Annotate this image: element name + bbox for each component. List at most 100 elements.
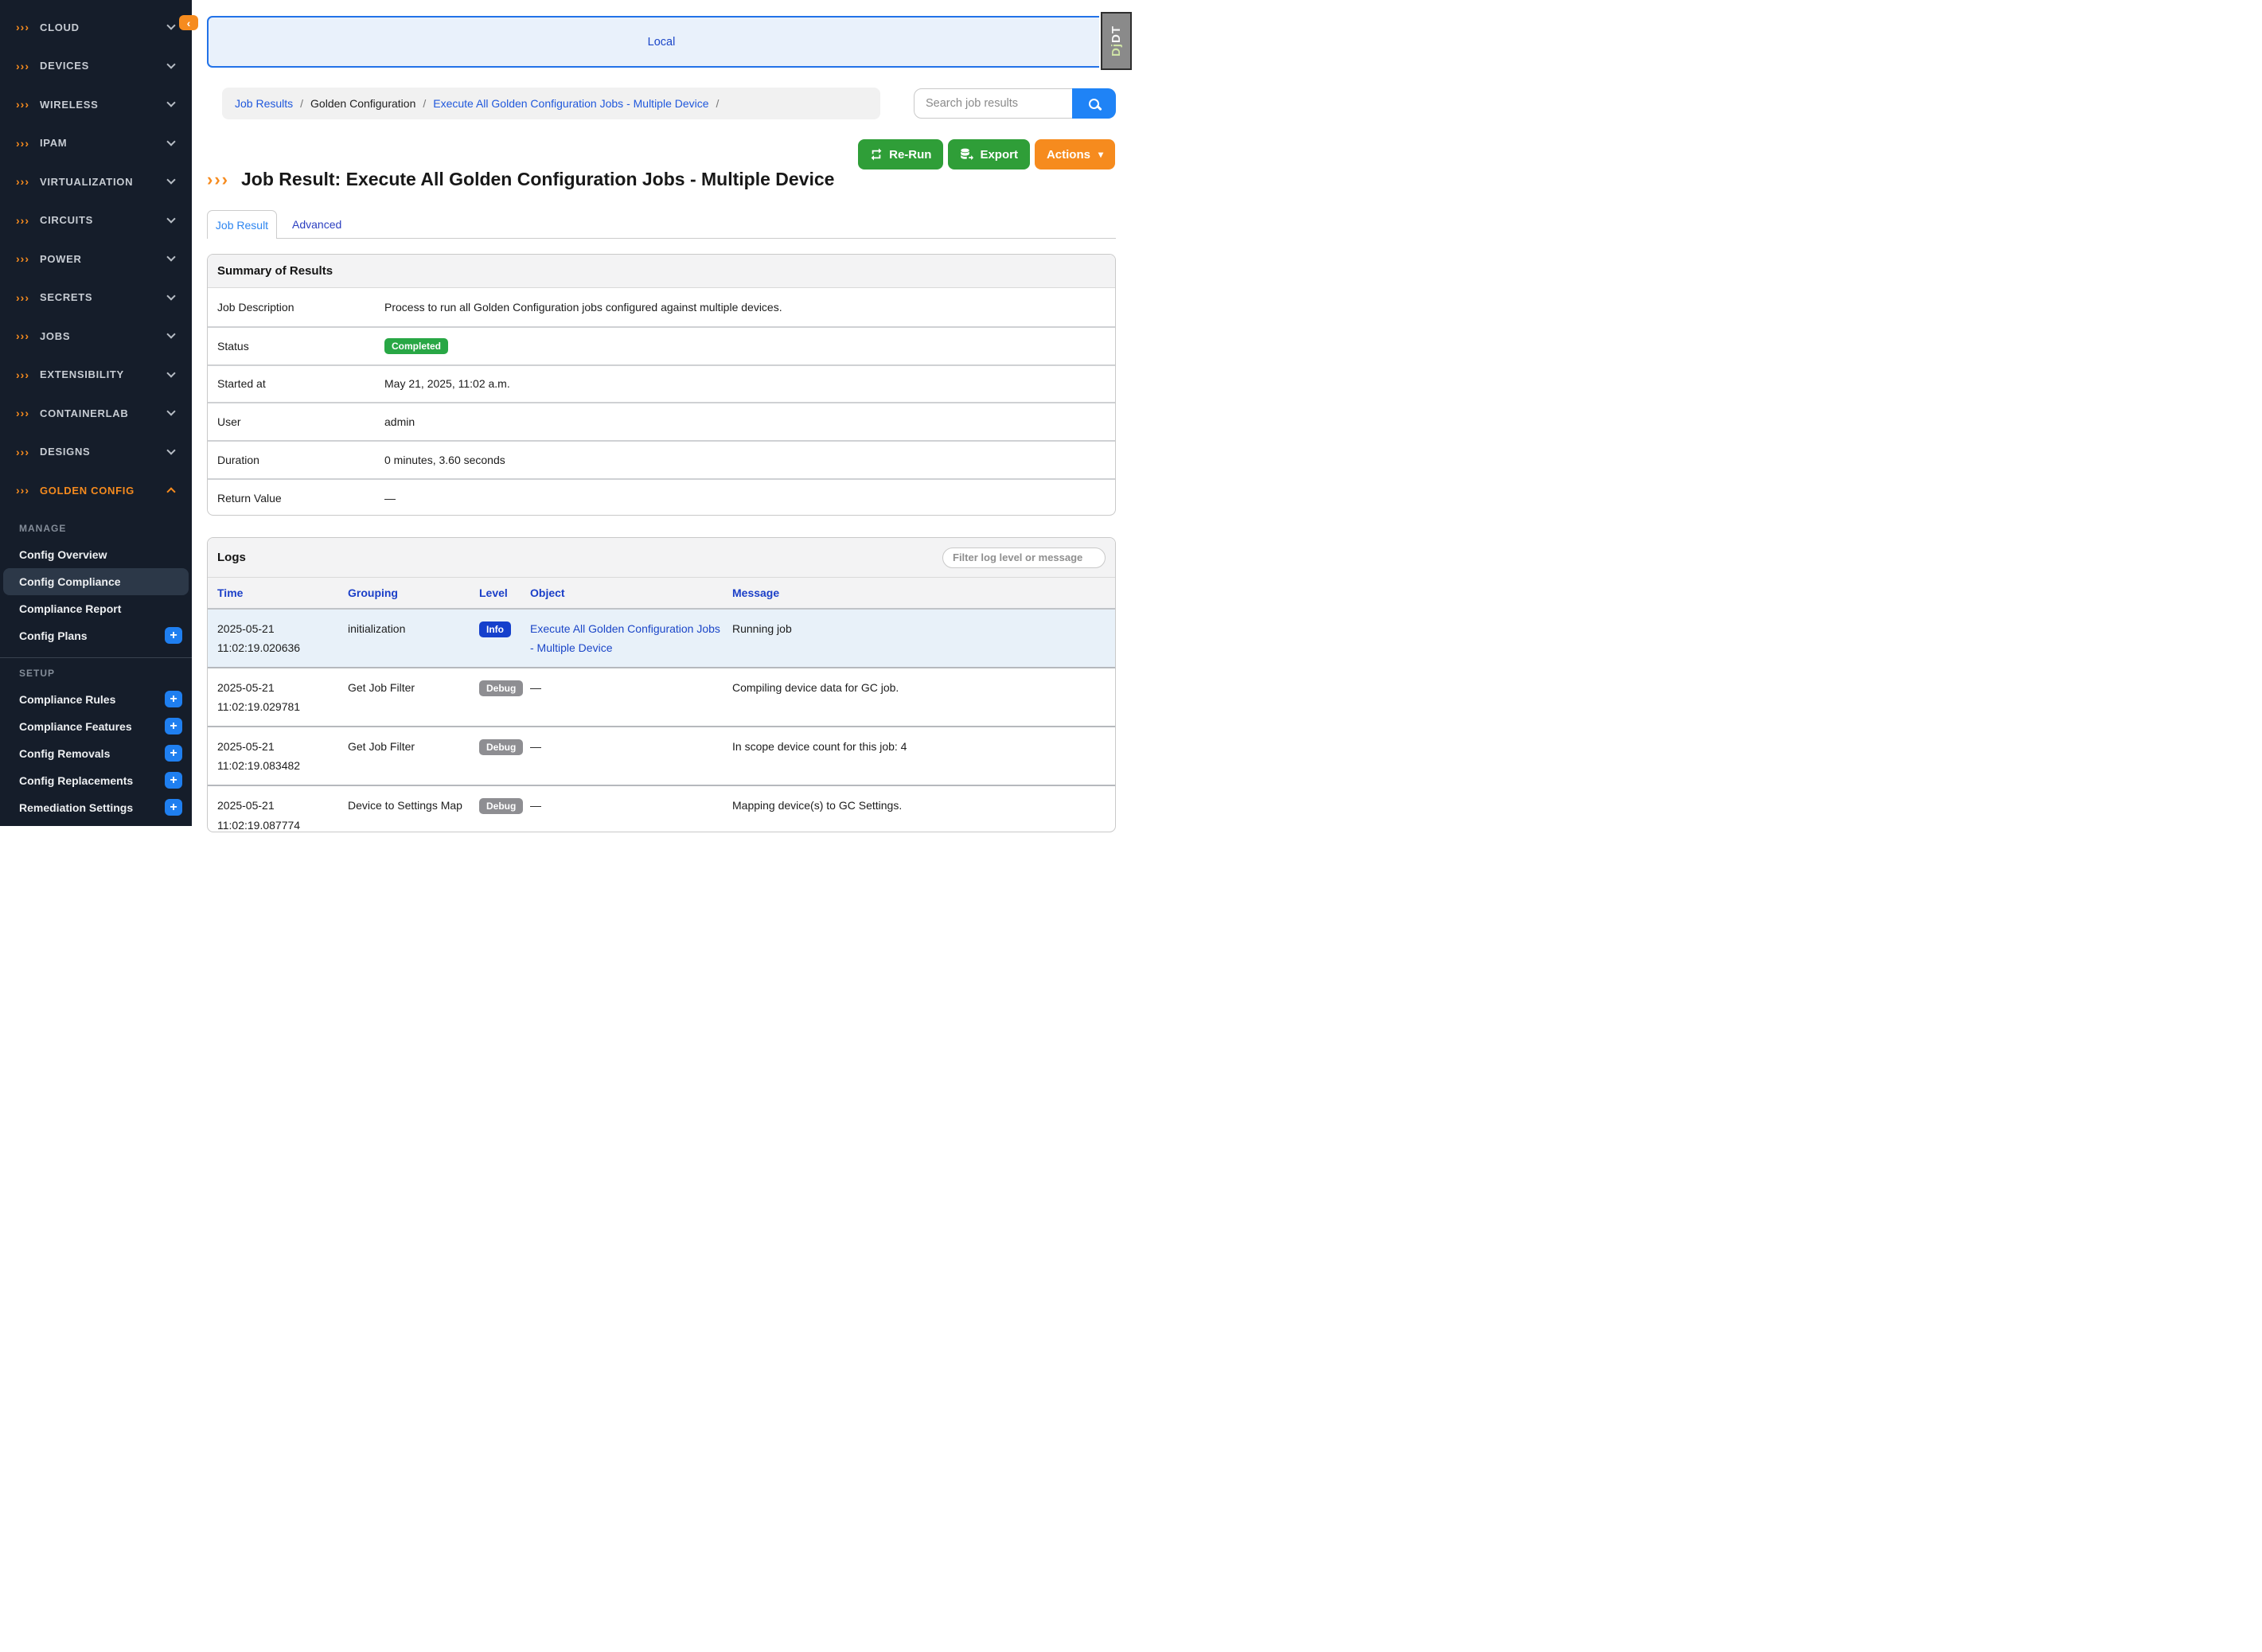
logs-card: Logs TimeGroupingLevelObjectMessage 2025…: [207, 537, 1116, 832]
banner-local-link[interactable]: Local: [648, 36, 676, 49]
log-level-badge: Info: [479, 621, 511, 637]
log-grouping-cell: Device to Settings Map: [348, 785, 479, 832]
page: ›››CLOUD›››DEVICES›››WIRELESS›››IPAM›››V…: [0, 0, 1131, 826]
log-row: 2025-05-21 11:02:19.020636initialization…: [208, 609, 1115, 668]
sidebar-item-label: Compliance Rules: [19, 693, 115, 706]
sidebar-group-label: IPAM: [40, 137, 168, 149]
sidebar-group-designs[interactable]: ››› DESIGNS: [0, 433, 192, 472]
rerun-label: Re-Run: [889, 148, 931, 162]
rerun-icon: [870, 148, 883, 161]
export-button[interactable]: Export: [948, 139, 1030, 169]
nav-chevrons-icon: ›››: [16, 446, 29, 458]
django-debug-toolbar-handle[interactable]: DjDT: [1101, 12, 1132, 70]
summary-row-started-at: Started atMay 21, 2025, 11:02 a.m.: [208, 364, 1115, 403]
sidebar-group-virtualization[interactable]: ›››VIRTUALIZATION: [0, 162, 192, 201]
log-time-cell: 2025-05-21 11:02:19.087774: [208, 785, 348, 832]
chevron-down-icon: [166, 176, 175, 185]
add-button[interactable]: +: [165, 691, 182, 707]
actions-label: Actions: [1047, 148, 1090, 162]
log-level-cell: Debug: [479, 668, 530, 727]
sidebar-group-devices[interactable]: ›››DEVICES: [0, 47, 192, 86]
log-message-cell: In scope device count for this job: 4: [732, 727, 1115, 785]
sidebar-group-golden-config[interactable]: ›››GOLDEN CONFIG: [0, 471, 192, 510]
main-content: Local DjDT Job Results/Golden Configurat…: [192, 0, 1131, 826]
log-level-cell: Debug: [479, 727, 530, 785]
summary-row-label: Return Value: [208, 492, 384, 505]
summary-card: Summary of Results Job DescriptionProces…: [207, 254, 1116, 516]
add-button[interactable]: +: [165, 718, 182, 734]
sidebar-item-compliance-features[interactable]: Compliance Features+: [0, 713, 192, 740]
sidebar-item-config-plans[interactable]: Config Plans+: [0, 622, 192, 649]
nav-chevrons-icon: ›››: [16, 330, 29, 341]
log-column-header-message[interactable]: Message: [732, 578, 1115, 609]
sidebar-nav-groups: ›››CLOUD›››DEVICES›››WIRELESS›››IPAM›››V…: [0, 0, 192, 510]
rerun-button[interactable]: Re-Run: [858, 139, 943, 169]
summary-row-label: User: [208, 415, 384, 428]
nav-chevrons-icon: ›››: [16, 176, 29, 187]
sidebar-group-secrets[interactable]: ›››SECRETS: [0, 279, 192, 318]
log-column-header-grouping[interactable]: Grouping: [348, 578, 479, 609]
actions-button[interactable]: Actions ▾: [1035, 139, 1115, 169]
sidebar-group-power[interactable]: ››› POWER: [0, 240, 192, 279]
nav-chevrons-icon: ›››: [16, 407, 29, 419]
sidebar-group-wireless[interactable]: ›››WIRELESS: [0, 85, 192, 124]
export-label: Export: [980, 148, 1018, 162]
collapse-left-icon: ‹: [187, 18, 191, 29]
sidebar-collapse-button[interactable]: ‹: [179, 15, 198, 30]
log-level-badge: Debug: [479, 680, 523, 696]
sidebar-item-label: Compliance Report: [19, 602, 121, 615]
sidebar-item-label: Config Overview: [19, 548, 107, 561]
chevron-down-icon: [166, 60, 175, 68]
add-button[interactable]: +: [165, 772, 182, 789]
tab-advanced[interactable]: Advanced: [277, 210, 357, 238]
log-row: 2025-05-21 11:02:19.087774Device to Sett…: [208, 785, 1115, 832]
sidebar-item-compliance-rules[interactable]: Compliance Rules +: [0, 686, 192, 713]
sidebar-group-label: DESIGNS: [40, 446, 168, 458]
add-button[interactable]: +: [165, 627, 182, 644]
summary-row-value: Completed: [384, 338, 1115, 354]
summary-row-value: 0 minutes, 3.60 seconds: [384, 454, 1115, 466]
breadcrumb-item-execute-all-golden-configuration-jobs-multiple-device[interactable]: Execute All Golden Configuration Jobs - …: [433, 97, 708, 110]
sidebar-item-config-removals[interactable]: Config Removals+: [0, 740, 192, 767]
sidebar: ›››CLOUD›››DEVICES›››WIRELESS›››IPAM›››V…: [0, 0, 192, 826]
chevron-down-icon: [166, 253, 175, 262]
sidebar-group-ipam[interactable]: ›››IPAM: [0, 124, 192, 163]
sidebar-group-label: DEVICES: [40, 60, 168, 72]
sidebar-group-circuits[interactable]: ›››CIRCUITS: [0, 201, 192, 240]
log-column-header-level[interactable]: Level: [479, 578, 530, 609]
add-button[interactable]: +: [165, 745, 182, 762]
summary-row-status: StatusCompleted: [208, 326, 1115, 364]
sidebar-group-containerlab[interactable]: ›››CONTAINERLAB: [0, 394, 192, 433]
sidebar-group-cloud[interactable]: ›››CLOUD: [0, 8, 192, 47]
nav-chevrons-icon: ›››: [16, 253, 29, 264]
page-title-row: ››› Job Result: Execute All Golden Confi…: [207, 169, 834, 190]
log-column-header-time[interactable]: Time: [208, 578, 348, 609]
add-button[interactable]: +: [165, 799, 182, 816]
log-object-link[interactable]: Execute All Golden Configuration Jobs - …: [530, 622, 720, 654]
chevron-down-icon: [166, 137, 175, 146]
sidebar-item-config-overview[interactable]: Config Overview: [0, 541, 192, 568]
sidebar-item-label: Remediation Settings: [19, 801, 133, 814]
sidebar-group-jobs[interactable]: ›››JOBS: [0, 317, 192, 356]
djdt-label: DjDT: [1110, 25, 1123, 56]
log-filter-input[interactable]: [942, 547, 1106, 568]
search-button[interactable]: [1072, 88, 1116, 119]
sidebar-item-config-replacements[interactable]: Config Replacements+: [0, 767, 192, 794]
environment-banner: Local: [207, 16, 1116, 68]
breadcrumb-separator: /: [716, 97, 720, 110]
summary-row-label: Started at: [208, 377, 384, 390]
sidebar-item-remediation-settings[interactable]: Remediation Settings +: [0, 794, 192, 821]
log-message-cell: Running job: [732, 609, 1115, 668]
log-message-cell: Mapping device(s) to GC Settings.: [732, 785, 1115, 832]
log-level-cell: Debug: [479, 785, 530, 832]
chevron-down-icon: [166, 291, 175, 300]
log-column-header-object[interactable]: Object: [530, 578, 732, 609]
sidebar-group-label: POWER: [40, 253, 168, 265]
sidebar-item-config-compliance[interactable]: Config Compliance: [3, 568, 189, 595]
log-table-header-row: TimeGroupingLevelObjectMessage: [208, 578, 1115, 609]
tab-job-result[interactable]: Job Result: [207, 210, 277, 239]
sidebar-item-compliance-report[interactable]: Compliance Report: [0, 595, 192, 622]
breadcrumb-item-job-results[interactable]: Job Results: [235, 97, 293, 110]
sidebar-group-label: CIRCUITS: [40, 214, 168, 226]
sidebar-group-extensibility[interactable]: ›››EXTENSIBILITY: [0, 356, 192, 395]
